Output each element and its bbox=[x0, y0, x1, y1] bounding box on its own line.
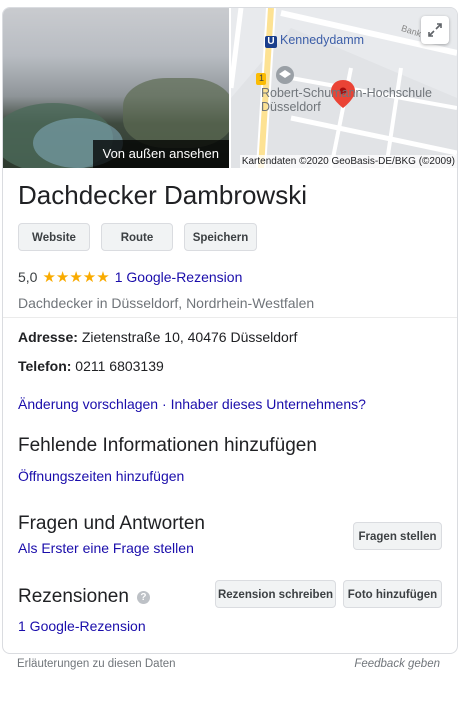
address-row: Adresse: Zietenstraße 10, 40476 Düsseldo… bbox=[18, 329, 297, 345]
phone-label: Telefon: bbox=[18, 358, 72, 374]
school-icon bbox=[276, 66, 294, 84]
map-thumbnail[interactable]: 1 U Kennedydamm Robert-Schumann-Hochschul… bbox=[231, 8, 457, 168]
missing-info-heading: Fehlende Informationen hinzufügen bbox=[18, 435, 317, 456]
rating-value: 5,0 bbox=[18, 269, 38, 285]
qa-heading: Fragen und Antworten bbox=[18, 513, 205, 534]
street-view-caption[interactable]: Von außen ansehen bbox=[92, 140, 229, 168]
reviews-count-link[interactable]: 1 Google-Rezension bbox=[18, 618, 146, 634]
school-label: Robert-Schumann-Hochschule Düsseldorf bbox=[261, 86, 432, 114]
feedback-link[interactable]: Feedback geben bbox=[354, 658, 440, 670]
business-category: Dachdecker in Düsseldorf, Nordrhein-West… bbox=[18, 295, 315, 311]
media-header: Von außen ansehen 1 U Kennedydamm Robert… bbox=[3, 8, 457, 168]
action-buttons: Website Route Speichern bbox=[18, 223, 257, 251]
phone-row: Telefon: 0211 6803139 bbox=[18, 358, 164, 374]
suggest-edit-link[interactable]: Änderung vorschlagen bbox=[18, 396, 158, 412]
edit-links: Änderung vorschlagen · Inhaber dieses Un… bbox=[18, 396, 366, 412]
subway-icon: U bbox=[265, 36, 277, 48]
address-value[interactable]: Zietenstraße 10, 40476 Düsseldorf bbox=[82, 329, 298, 345]
expand-icon[interactable] bbox=[421, 16, 449, 44]
phone-value[interactable]: 0211 6803139 bbox=[75, 358, 164, 374]
website-button[interactable]: Website bbox=[18, 223, 90, 251]
first-question-link[interactable]: Als Erster eine Frage stellen bbox=[18, 540, 194, 556]
business-name: Dachdecker Dambrowski bbox=[18, 180, 307, 210]
route-button[interactable]: Route bbox=[101, 223, 173, 251]
knowledge-panel: Von außen ansehen 1 U Kennedydamm Robert… bbox=[2, 7, 458, 654]
save-button[interactable]: Speichern bbox=[184, 223, 257, 251]
road-number: 1 bbox=[259, 73, 265, 83]
map-attribution: Kartendaten ©2020 GeoBasis-DE/BKG (©2009… bbox=[239, 155, 457, 168]
separator: · bbox=[162, 396, 167, 412]
star-rating-icon: ★★★★★ bbox=[42, 269, 110, 286]
street-view-photo[interactable]: Von außen ansehen bbox=[3, 8, 229, 168]
divider bbox=[3, 317, 457, 318]
address-label: Adresse: bbox=[18, 329, 78, 345]
write-review-button[interactable]: Rezension schreiben bbox=[215, 580, 336, 608]
review-count-link[interactable]: 1 Google-Rezension bbox=[115, 269, 243, 285]
ask-question-button[interactable]: Fragen stellen bbox=[353, 522, 442, 550]
owner-link[interactable]: Inhaber dieses Unternehmens? bbox=[171, 396, 366, 412]
add-photo-button[interactable]: Foto hinzufügen bbox=[343, 580, 442, 608]
reviews-heading: Rezensionen? bbox=[18, 586, 150, 608]
rating-row: 5,0 ★★★★★ 1 Google-Rezension bbox=[18, 268, 242, 286]
data-explanation-link[interactable]: Erläuterungen zu diesen Daten bbox=[17, 658, 176, 670]
station-label: U Kennedydamm bbox=[265, 33, 364, 48]
add-hours-link[interactable]: Öffnungszeiten hinzufügen bbox=[18, 468, 184, 484]
help-icon[interactable]: ? bbox=[136, 591, 150, 604]
